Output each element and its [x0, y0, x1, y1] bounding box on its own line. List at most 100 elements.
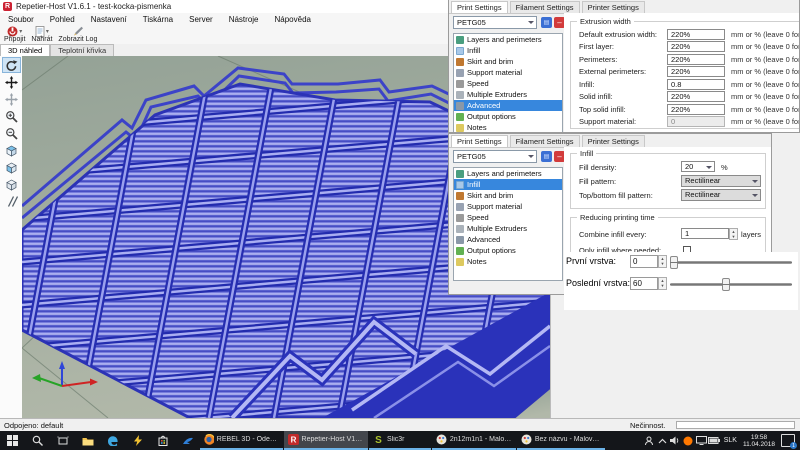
menu-pohled[interactable]: Pohled	[42, 15, 83, 24]
nav-skirt-brim-1[interactable]: Skirt and brim	[454, 56, 562, 67]
store-button[interactable]	[150, 431, 175, 450]
top-bottom-fill-pattern-dropdown[interactable]: Rectilinear	[681, 189, 761, 201]
hidden-icons-chevron[interactable]	[656, 438, 669, 444]
taskbar-firefox-button[interactable]: REBEL 3D - Odeslat...	[200, 431, 283, 450]
solid-infill-input[interactable]: 220%	[667, 91, 725, 102]
top-view-button[interactable]	[2, 176, 21, 192]
last-layer-value[interactable]: 60	[630, 277, 658, 290]
extruders-icon	[456, 225, 464, 233]
zoom-in-button[interactable]	[2, 108, 21, 124]
parallel-projection-button[interactable]	[2, 193, 21, 209]
lightning-icon	[133, 435, 143, 446]
skirt-icon	[456, 192, 464, 200]
nav-infill-2[interactable]: Infill	[454, 179, 562, 190]
winamp-button[interactable]	[125, 431, 150, 450]
nav-multiple-extruders-2[interactable]: Multiple Extruders	[454, 223, 562, 234]
nav-speed-1[interactable]: Speed	[454, 78, 562, 89]
tab-print-settings-1[interactable]: Print Settings	[451, 1, 508, 13]
tab-printer-settings-2[interactable]: Printer Settings	[582, 135, 645, 147]
menu-soubor[interactable]: Soubor	[0, 15, 42, 24]
notes-icon	[456, 124, 464, 132]
nav-support-2[interactable]: Support material	[454, 201, 562, 212]
task-view-button[interactable]	[50, 431, 75, 450]
blue-app-button[interactable]	[175, 431, 200, 450]
start-button[interactable]	[0, 431, 25, 450]
menu-server[interactable]: Server	[181, 15, 221, 24]
combine-infill-spinner[interactable]: ▲▼	[729, 228, 738, 240]
nav-speed-2[interactable]: Speed	[454, 212, 562, 223]
preset-combo-2[interactable]: PETG05	[453, 150, 537, 163]
taskbar-repetier-button[interactable]: R Repetier-Host V1.6...	[284, 431, 368, 450]
infill-width-input[interactable]: 0.8	[667, 79, 725, 90]
menu-tiskarna[interactable]: Tiskárna	[135, 15, 181, 24]
first-layer-spinner[interactable]: ▲▼	[658, 255, 667, 268]
slider-handle[interactable]	[670, 256, 678, 269]
fill-pattern-dropdown[interactable]: Rectilinear	[681, 175, 761, 187]
taskbar-paint-button-1[interactable]: 2n12m1n1 - Malov...	[432, 431, 516, 450]
tab-print-settings-2[interactable]: Print Settings	[451, 135, 508, 147]
last-layer-slider[interactable]	[670, 283, 792, 286]
nav-multiple-extruders-1[interactable]: Multiple Extruders	[454, 89, 562, 100]
people-icon[interactable]	[643, 436, 656, 446]
support-icon	[456, 69, 464, 77]
nav-layers-perimeters-1[interactable]: Layers and perimeters	[454, 34, 562, 45]
tab-teplotni-krivka[interactable]: Teplotní křivka	[50, 44, 114, 56]
connect-button[interactable]: ▾ Připojit	[4, 26, 25, 43]
save-preset-button-1[interactable]: ▤	[541, 17, 552, 28]
move-object-button[interactable]	[2, 74, 21, 90]
notification-center-icon[interactable]: 1	[781, 434, 795, 447]
display-icon[interactable]	[695, 436, 708, 445]
main-toolbar: ▾ Připojit ▾ Nahrát Zobrazit Log	[0, 26, 452, 44]
nav-notes-1[interactable]: Notes	[454, 122, 562, 133]
perimeters-input[interactable]: 220%	[667, 54, 725, 65]
nav-output-options-2[interactable]: Output options	[454, 245, 562, 256]
load-dropdown-arrow[interactable]: ▾	[46, 28, 49, 35]
file-explorer-button[interactable]	[75, 431, 100, 450]
first-layer-value[interactable]: 0	[630, 255, 658, 268]
show-log-button[interactable]: Zobrazit Log	[58, 26, 97, 43]
fill-density-combo[interactable]: 20	[681, 161, 715, 172]
menu-nastaveni[interactable]: Nastavení	[83, 15, 135, 24]
load-button[interactable]: ▾ Nahrát	[31, 26, 52, 43]
language-indicator[interactable]: SLK	[721, 437, 740, 444]
tab-3d-nahled[interactable]: 3D náhled	[0, 44, 50, 56]
isometric-view-button[interactable]	[2, 142, 21, 158]
top-solid-infill-input[interactable]: 220%	[667, 104, 725, 115]
connection-status: Odpojeno: default	[4, 421, 63, 430]
save-preset-button-2[interactable]: ▤	[541, 151, 552, 162]
edge-button[interactable]	[100, 431, 125, 450]
preset-combo-1[interactable]: PETG05	[453, 16, 537, 29]
nav-layers-perimeters-2[interactable]: Layers and perimeters	[454, 168, 562, 179]
tab-printer-settings-1[interactable]: Printer Settings	[582, 1, 645, 13]
tab-filament-settings-1[interactable]: Filament Settings	[510, 1, 580, 13]
nav-skirt-brim-2[interactable]: Skirt and brim	[454, 190, 562, 201]
first-layer-input[interactable]: 220%	[667, 41, 725, 52]
taskbar-clock[interactable]: 19:58 11.04.2018	[740, 434, 778, 448]
nav-notes-2[interactable]: Notes	[454, 256, 562, 267]
menu-napoveda[interactable]: Nápověda	[267, 15, 319, 24]
nav-output-options-1[interactable]: Output options	[454, 111, 562, 122]
move-viewpoint-button[interactable]	[2, 91, 21, 107]
connect-dropdown-arrow[interactable]: ▾	[19, 28, 22, 35]
last-layer-spinner[interactable]: ▲▼	[658, 277, 667, 290]
search-button[interactable]	[25, 431, 50, 450]
avast-icon[interactable]	[682, 436, 695, 446]
taskbar-paint-button-2[interactable]: Bez názvu - Malová...	[517, 431, 605, 450]
tab-filament-settings-2[interactable]: Filament Settings	[510, 135, 580, 147]
slider-handle[interactable]	[722, 278, 730, 291]
taskbar-slic3r-button[interactable]: S Slic3r	[369, 431, 431, 450]
volume-icon[interactable]	[669, 436, 682, 445]
front-view-button[interactable]	[2, 159, 21, 175]
combine-infill-input[interactable]: 1	[681, 228, 729, 239]
nav-infill-1[interactable]: Infill	[454, 45, 562, 56]
zoom-out-button[interactable]	[2, 125, 21, 141]
nav-support-1[interactable]: Support material	[454, 67, 562, 78]
battery-icon[interactable]	[708, 437, 721, 444]
default-extrusion-width-input[interactable]: 220%	[667, 29, 725, 40]
menu-nastroje[interactable]: Nástroje	[221, 15, 267, 24]
first-layer-slider[interactable]	[670, 261, 792, 264]
nav-advanced-1[interactable]: Advanced	[454, 100, 562, 111]
rotate-view-button[interactable]	[2, 57, 21, 73]
external-perimeters-input[interactable]: 220%	[667, 66, 725, 77]
nav-advanced-2[interactable]: Advanced	[454, 234, 562, 245]
